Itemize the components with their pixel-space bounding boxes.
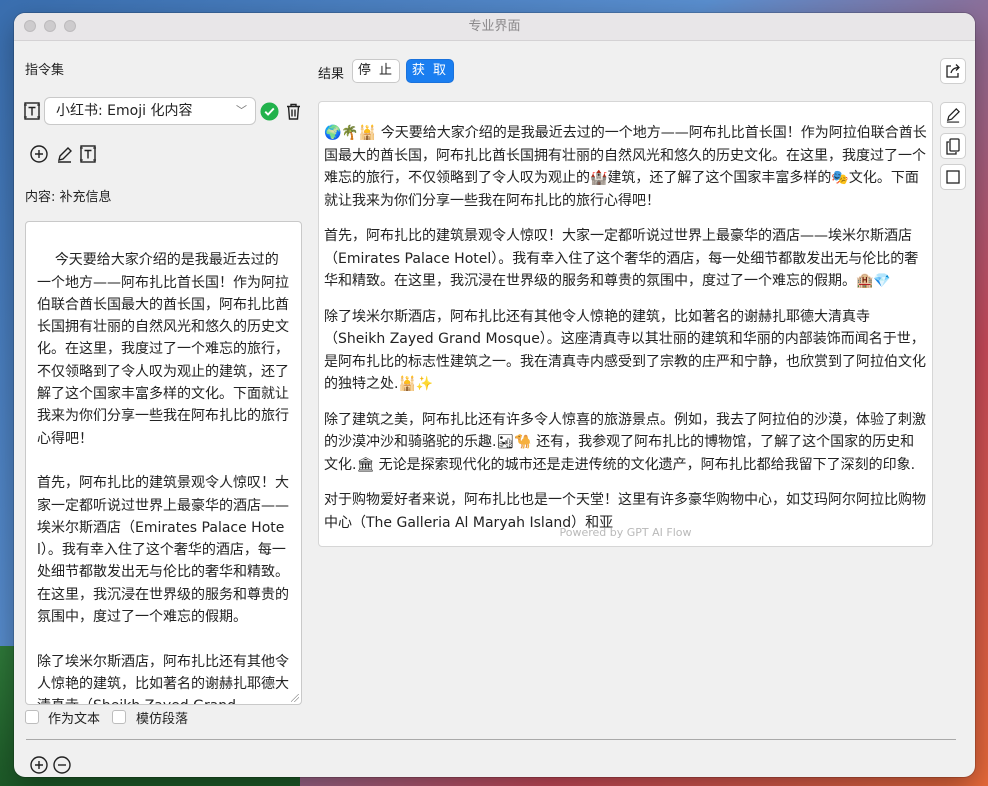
app-window: 专业界面 指令集 小红书: Emoji 化内容 ﹀ 内容: 补充信息 今天要给大…: [14, 13, 975, 777]
share-icon: [946, 64, 960, 78]
resize-grip-icon[interactable]: [291, 694, 299, 702]
content-text: 今天要给大家介绍的是我最近去过的一个地方——阿布扎比首长国！作为阿拉伯联合酋长国…: [37, 252, 289, 704]
result-paragraph: 除了建筑之美，阿布扎比还有许多令人惊喜的旅游景点。例如，我去了阿拉伯的沙漠，体验…: [324, 411, 926, 473]
result-paragraph: 🌍🌴🕌 今天要给大家介绍的是我最近去过的一个地方——阿布扎比首长国！作为阿拉伯联…: [324, 125, 927, 209]
chevron-down-icon: ﹀: [236, 104, 247, 117]
instruction-set-title: 指令集: [25, 63, 65, 78]
title-bar: 专业界面: [14, 13, 975, 41]
bottom-divider: [26, 739, 956, 740]
pencil-icon[interactable]: [54, 144, 74, 164]
result-panel: 🌍🌴🕌 今天要给大家介绍的是我最近去过的一个地方——阿布扎比首长国！作为阿拉伯联…: [318, 101, 933, 547]
imitate-paragraph-checkbox[interactable]: [112, 710, 126, 724]
content-label: 内容: 补充信息: [25, 190, 112, 205]
text-template-icon[interactable]: [23, 100, 41, 122]
minimize-window-button[interactable]: [44, 20, 56, 32]
imitate-paragraph-label: 模仿段落: [136, 712, 189, 727]
select-all-button[interactable]: [940, 164, 966, 190]
as-text-label: 作为文本: [48, 712, 101, 727]
zoom-window-button[interactable]: [64, 20, 76, 32]
window-title: 专业界面: [468, 19, 521, 34]
check-circle-icon[interactable]: [259, 101, 279, 121]
fetch-button[interactable]: 获 取: [406, 59, 454, 83]
trash-icon[interactable]: [284, 101, 302, 121]
window-controls[interactable]: [24, 20, 76, 32]
result-paragraph: 除了埃米尔斯酒店，阿布扎比还有其他令人惊艳的建筑，比如著名的谢赫扎耶德大清真寺（…: [324, 308, 926, 393]
copy-icon: [946, 137, 960, 155]
close-window-button[interactable]: [24, 20, 36, 32]
text-template-icon[interactable]: [78, 144, 98, 164]
result-paragraph: 首先，阿布扎比的建筑景观令人惊叹！大家一定都听说过世界上最豪华的酒店——埃米尔斯…: [324, 228, 919, 289]
content-textarea[interactable]: 今天要给大家介绍的是我最近去过的一个地方——阿布扎比首长国！作为阿拉伯联合酋长国…: [25, 221, 302, 705]
instruction-select[interactable]: 小红书: Emoji 化内容 ﹀: [44, 97, 256, 125]
stop-button[interactable]: 停 止: [352, 59, 400, 83]
pencil-icon: [946, 108, 960, 123]
edit-result-button[interactable]: [940, 102, 966, 128]
plus-circle-icon[interactable]: [29, 755, 49, 775]
result-label: 结果: [318, 67, 345, 82]
copy-button[interactable]: [940, 133, 966, 159]
powered-by-footer: Powered by GPT AI Flow: [559, 525, 692, 539]
instruction-select-value: 小红书: Emoji 化内容: [56, 103, 193, 119]
as-text-checkbox[interactable]: [25, 710, 39, 724]
share-button[interactable]: [940, 58, 966, 84]
minus-circle-icon[interactable]: [52, 755, 72, 775]
plus-circle-icon[interactable]: [29, 144, 49, 164]
square-icon: [946, 170, 960, 184]
